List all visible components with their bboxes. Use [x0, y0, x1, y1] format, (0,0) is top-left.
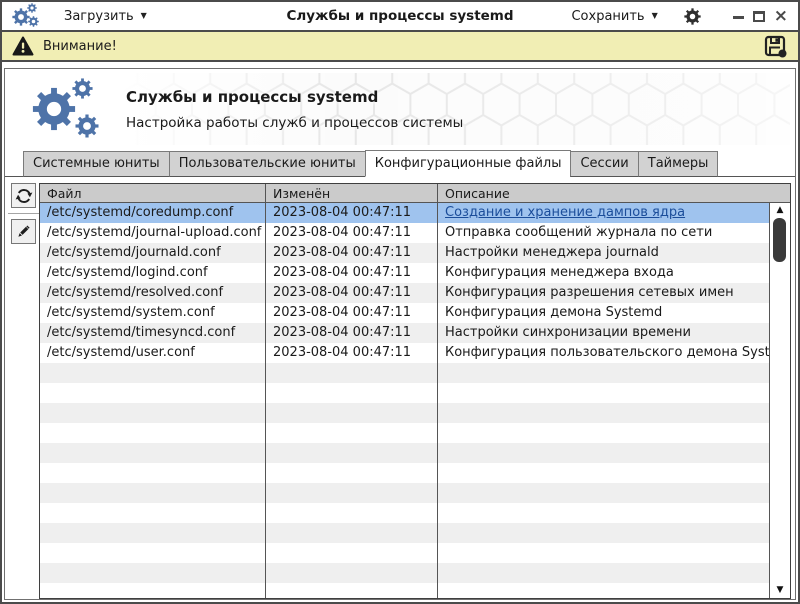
- table-row[interactable]: /etc/systemd/journald.conf2023-08-04 00:…: [40, 243, 769, 263]
- file-cell: /etc/systemd/logind.conf: [40, 263, 266, 283]
- description-cell: Настройки синхронизации времени: [438, 323, 769, 343]
- file-cell: /etc/systemd/journald.conf: [40, 243, 266, 263]
- modified-cell: 2023-08-04 00:47:11: [266, 343, 438, 363]
- table-row-empty[interactable]: [40, 423, 769, 443]
- toolbar-separator: [8, 213, 39, 214]
- file-cell: /etc/systemd/journal-upload.conf: [40, 223, 266, 243]
- table-row[interactable]: /etc/systemd/coredump.conf2023-08-04 00:…: [40, 203, 769, 223]
- side-toolbar: [8, 183, 39, 599]
- file-cell: /etc/systemd/timesyncd.conf: [40, 323, 266, 343]
- minimize-icon[interactable]: [733, 16, 744, 19]
- scrollbar-thumb[interactable]: [773, 218, 786, 262]
- table-row-empty[interactable]: [40, 363, 769, 383]
- vertical-scrollbar[interactable]: ▲ ▼: [769, 203, 790, 598]
- gears-logo-icon: [30, 77, 106, 141]
- column-header-modified[interactable]: Изменён: [266, 184, 438, 202]
- description-cell: Конфигурация разрешения сетевых имен: [438, 283, 769, 303]
- save-menu-button[interactable]: Сохранить ▼: [571, 9, 657, 24]
- config-files-table: Файл Изменён Описание /etc/systemd/cored…: [39, 183, 791, 599]
- table-row[interactable]: /etc/systemd/journal-upload.conf2023-08-…: [40, 223, 769, 243]
- modified-cell: 2023-08-04 00:47:11: [266, 283, 438, 303]
- tab-system-units[interactable]: Системные юниты: [23, 151, 170, 177]
- floppy-disk-icon[interactable]: [764, 35, 788, 58]
- settings-gear-icon[interactable]: [684, 8, 701, 25]
- modified-cell: 2023-08-04 00:47:11: [266, 203, 438, 223]
- file-cell: /etc/systemd/system.conf: [40, 303, 266, 323]
- arrow-up-icon[interactable]: ▲: [770, 206, 790, 215]
- table-header: Файл Изменён Описание: [40, 184, 790, 203]
- modified-cell: 2023-08-04 00:47:11: [266, 303, 438, 323]
- description-cell: Отправка сообщений журнала по сети: [438, 223, 769, 243]
- table-row-empty[interactable]: [40, 383, 769, 403]
- description-cell: Конфигурация пользовательского демона Sy…: [438, 343, 769, 363]
- table-row[interactable]: /etc/systemd/user.conf2023-08-04 00:47:1…: [40, 343, 769, 363]
- description-cell: Настройки менеджера journald: [438, 243, 769, 263]
- modified-cell: 2023-08-04 00:47:11: [266, 243, 438, 263]
- table-row-empty[interactable]: [40, 563, 769, 583]
- table-row-empty[interactable]: [40, 503, 769, 523]
- title-bar: Загрузить ▼ Службы и процессы systemd Со…: [2, 2, 798, 32]
- pencil-icon: [15, 223, 32, 240]
- close-icon[interactable]: ×: [774, 8, 788, 25]
- warning-triangle-icon: [12, 36, 34, 56]
- app-window: Загрузить ▼ Службы и процессы systemd Со…: [0, 0, 800, 604]
- load-menu-button[interactable]: Загрузить ▼: [64, 9, 147, 24]
- table-row-empty[interactable]: [40, 443, 769, 463]
- table-row[interactable]: /etc/systemd/resolved.conf2023-08-04 00:…: [40, 283, 769, 303]
- description-cell: Конфигурация демона Systemd: [438, 303, 769, 323]
- tab-user-units[interactable]: Пользовательские юниты: [169, 151, 366, 177]
- load-menu-label: Загрузить: [64, 9, 134, 24]
- table-row[interactable]: /etc/systemd/system.conf2023-08-04 00:47…: [40, 303, 769, 323]
- window-title: Службы и процессы systemd: [286, 8, 513, 24]
- column-header-description[interactable]: Описание: [438, 184, 790, 202]
- table-row[interactable]: /etc/systemd/timesyncd.conf2023-08-04 00…: [40, 323, 769, 343]
- modified-cell: 2023-08-04 00:47:11: [266, 323, 438, 343]
- warning-bar: Внимание!: [2, 32, 798, 62]
- warning-label: Внимание!: [43, 39, 117, 54]
- arrow-down-icon[interactable]: ▼: [770, 586, 790, 595]
- description-link[interactable]: Создание и хранение дампов ядра: [445, 205, 685, 220]
- chevron-down-icon: ▼: [141, 12, 147, 20]
- gears-icon: [12, 3, 42, 29]
- refresh-icon: [15, 187, 33, 205]
- table-row-empty[interactable]: [40, 463, 769, 483]
- tab-bar: Системные юнитыПользовательские юнитыКон…: [5, 150, 795, 177]
- table-row-empty[interactable]: [40, 523, 769, 543]
- refresh-button[interactable]: [11, 183, 36, 208]
- banner-subtitle: Настройка работы служб и процессов систе…: [126, 115, 463, 131]
- chevron-down-icon: ▼: [652, 12, 658, 20]
- table-row-empty[interactable]: [40, 583, 769, 598]
- tab-sessions[interactable]: Сессии: [570, 151, 638, 177]
- table-row-empty[interactable]: [40, 483, 769, 503]
- description-cell: Конфигурация менеджера входа: [438, 263, 769, 283]
- column-header-file[interactable]: Файл: [40, 184, 266, 202]
- modified-cell: 2023-08-04 00:47:11: [266, 263, 438, 283]
- banner-title: Службы и процессы systemd: [126, 88, 463, 106]
- file-cell: /etc/systemd/resolved.conf: [40, 283, 266, 303]
- tab-config-files[interactable]: Конфигурационные файлы: [365, 150, 572, 177]
- header-banner: Службы и процессы systemd Настройка рабо…: [10, 73, 790, 145]
- maximize-icon[interactable]: [753, 11, 765, 22]
- modified-cell: 2023-08-04 00:47:11: [266, 223, 438, 243]
- edit-button[interactable]: [11, 219, 36, 244]
- save-menu-label: Сохранить: [571, 9, 644, 24]
- description-cell: Создание и хранение дампов ядра: [438, 203, 769, 223]
- table-row-empty[interactable]: [40, 403, 769, 423]
- table-rows: /etc/systemd/coredump.conf2023-08-04 00:…: [40, 203, 769, 598]
- file-cell: /etc/systemd/coredump.conf: [40, 203, 266, 223]
- content-frame: Службы и процессы systemd Настройка рабо…: [4, 68, 796, 600]
- tab-timers[interactable]: Таймеры: [638, 151, 719, 177]
- file-cell: /etc/systemd/user.conf: [40, 343, 266, 363]
- table-row[interactable]: /etc/systemd/logind.conf2023-08-04 00:47…: [40, 263, 769, 283]
- table-row-empty[interactable]: [40, 543, 769, 563]
